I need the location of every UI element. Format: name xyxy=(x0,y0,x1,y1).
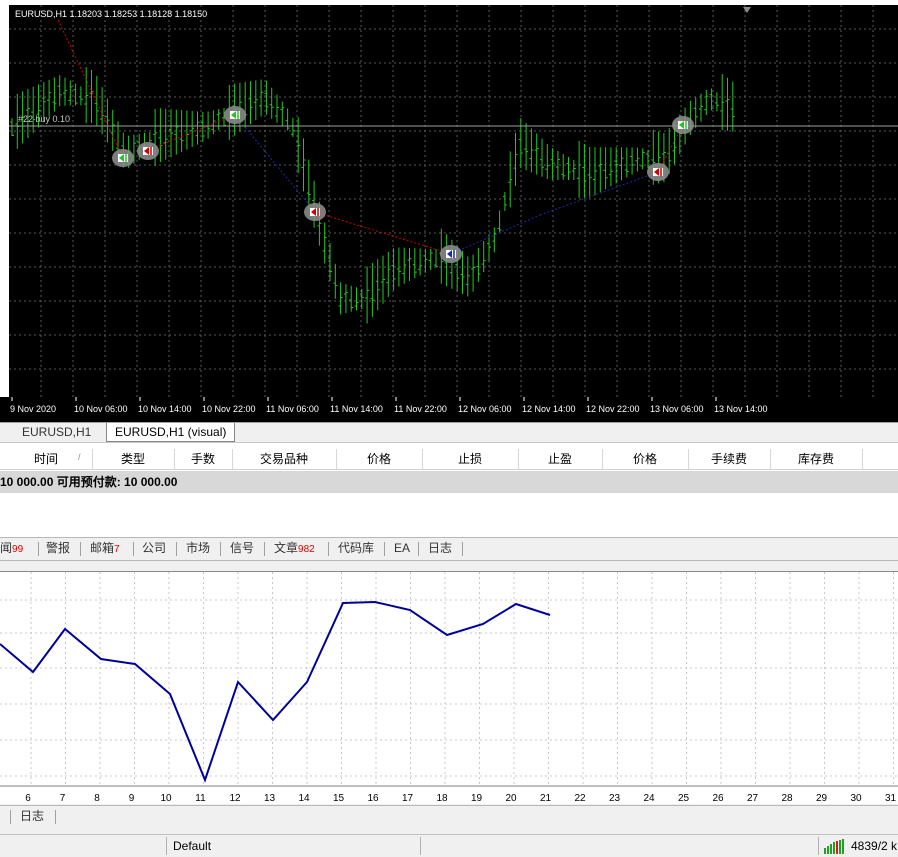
tab-experts[interactable]: EA xyxy=(394,538,410,560)
tab-eurusd-h1[interactable]: EURUSD,H1 xyxy=(14,423,99,441)
graph-x-label: 28 xyxy=(781,793,793,804)
position-label: #22 buy 0.10 xyxy=(18,114,70,124)
tab-market[interactable]: 市场 xyxy=(186,538,210,560)
chart-tabs-bar: EURUSD,H1 EURUSD,H1 (visual) xyxy=(0,422,898,443)
graph-x-label: 9 xyxy=(129,793,135,804)
graph-x-label: 31 xyxy=(885,793,897,804)
graph-x-label: 12 xyxy=(229,793,241,804)
trade-marker-icon[interactable] xyxy=(440,245,462,263)
sort-indicator: / xyxy=(78,452,81,462)
terminal-column-header: 时间 类型 手数 交易品种 价格 止损 止盈 价格 手续费 库存费 / xyxy=(0,449,898,470)
graph-x-label: 22 xyxy=(574,793,586,804)
price-chart-panel[interactable]: 9 Nov 2020 10 Nov 06:00 10 Nov 14:00 10 Nov… xyxy=(0,0,898,422)
graph-x-label: 23 xyxy=(609,793,621,804)
graph-x-label: 11 xyxy=(195,793,206,804)
col-stop-loss[interactable]: 止损 xyxy=(422,449,519,469)
connection-bars-icon xyxy=(824,839,844,854)
tab-articles[interactable]: 文章982 xyxy=(274,538,315,560)
tester-graph-panel[interactable]: 6 7 8 9 10 11 12 13 14 15 16 17 18 19 20 21 22 23 24 25 26 27… xyxy=(0,571,898,804)
graph-x-label: 15 xyxy=(333,793,345,804)
graph-x-label: 19 xyxy=(471,793,483,804)
graph-tabs-bar: 日志 xyxy=(0,805,898,828)
col-symbol[interactable]: 交易品种 xyxy=(232,449,337,469)
time-label: 10 Nov 22:00 xyxy=(202,404,256,414)
col-current-price[interactable]: 价格 xyxy=(602,449,689,469)
graph-x-label: 29 xyxy=(816,793,828,804)
graph-x-label: 25 xyxy=(678,793,690,804)
profile-name[interactable]: Default xyxy=(173,839,211,853)
col-take-profit[interactable]: 止盈 xyxy=(518,449,603,469)
time-label: 13 Nov 14:00 xyxy=(714,404,768,414)
trade-marker-icon[interactable] xyxy=(672,116,694,134)
balance-row[interactable]: 10 000.00 可用预付款: 10 000.00 xyxy=(0,471,898,493)
graph-x-label: 30 xyxy=(850,793,862,804)
graph-x-label: 27 xyxy=(747,793,759,804)
trade-marker-icon[interactable] xyxy=(304,203,326,221)
balance-text: 10 000.00 可用预付款: 10 000.00 xyxy=(0,475,178,489)
graph-x-label: 17 xyxy=(402,793,414,804)
graph-x-label: 16 xyxy=(367,793,379,804)
tab-company[interactable]: 公司 xyxy=(142,538,166,560)
time-label: 10 Nov 14:00 xyxy=(138,404,192,414)
graph-x-label: 8 xyxy=(94,793,100,804)
trade-marker-icon[interactable] xyxy=(647,163,669,181)
time-label: 12 Nov 14:00 xyxy=(522,404,576,414)
col-commission[interactable]: 手续费 xyxy=(688,449,771,469)
time-label: 13 Nov 06:00 xyxy=(650,404,704,414)
time-label: 11 Nov 06:00 xyxy=(266,404,319,414)
col-volume[interactable]: 手数 xyxy=(174,449,233,469)
graph-x-label: 24 xyxy=(643,793,655,804)
status-bar: Default 4839/2 k xyxy=(0,834,898,857)
trade-marker-icon[interactable] xyxy=(224,106,246,124)
tab-journal[interactable]: 日志 xyxy=(428,538,452,560)
trade-marker-icon[interactable] xyxy=(112,149,134,167)
time-label: 9 Nov 2020 xyxy=(10,404,56,414)
graph-x-label: 18 xyxy=(436,793,448,804)
trade-marker-icon[interactable] xyxy=(137,142,159,160)
graph-x-label: 7 xyxy=(60,793,66,804)
graph-x-label: 6 xyxy=(25,793,31,804)
traffic-readout: 4839/2 k xyxy=(851,839,898,853)
tab-code-base[interactable]: 代码库 xyxy=(338,538,374,560)
col-type[interactable]: 类型 xyxy=(92,449,175,469)
tab-signals[interactable]: 信号 xyxy=(230,538,254,560)
tab-news[interactable]: 闻99 xyxy=(0,538,23,560)
time-label: 12 Nov 22:00 xyxy=(586,404,640,414)
chart-info: EURUSD,H1 1.18203 1.18253 1.18128 1.1815… xyxy=(15,9,207,19)
graph-x-label: 21 xyxy=(540,793,552,804)
col-price[interactable]: 价格 xyxy=(336,449,423,469)
time-label: 10 Nov 06:00 xyxy=(74,404,128,414)
tab-journal-2[interactable]: 日志 xyxy=(20,806,44,828)
tab-mailbox[interactable]: 邮箱7 xyxy=(90,538,120,560)
graph-x-label: 10 xyxy=(160,793,172,804)
time-label: 11 Nov 22:00 xyxy=(394,404,447,414)
terminal-panel: 时间 类型 手数 交易品种 价格 止损 止盈 价格 手续费 库存费 / 10 0… xyxy=(0,442,898,539)
graph-x-label: 26 xyxy=(712,793,724,804)
time-label: 11 Nov 14:00 xyxy=(330,404,383,414)
balance-graph[interactable]: 6 7 8 9 10 11 12 13 14 15 16 17 18 19 20 21 22 23 24 25 26 27… xyxy=(0,572,898,804)
time-label: 12 Nov 06:00 xyxy=(458,404,512,414)
graph-x-label: 14 xyxy=(298,793,310,804)
tab-alerts[interactable]: 警报 xyxy=(46,538,70,560)
graph-x-label: 13 xyxy=(264,793,276,804)
tab-eurusd-h1-visual[interactable]: EURUSD,H1 (visual) xyxy=(106,423,236,442)
chart-plot-area[interactable] xyxy=(9,5,898,397)
price-chart[interactable]: 9 Nov 2020 10 Nov 06:00 10 Nov 14:00 10 Nov… xyxy=(0,0,898,422)
terminal-tabs-bar: 闻99 警报 邮箱7 公司 市场 信号 文章982 代码库 EA 日志 xyxy=(0,537,898,561)
graph-x-label: 20 xyxy=(505,793,517,804)
col-swap[interactable]: 库存费 xyxy=(770,449,863,469)
